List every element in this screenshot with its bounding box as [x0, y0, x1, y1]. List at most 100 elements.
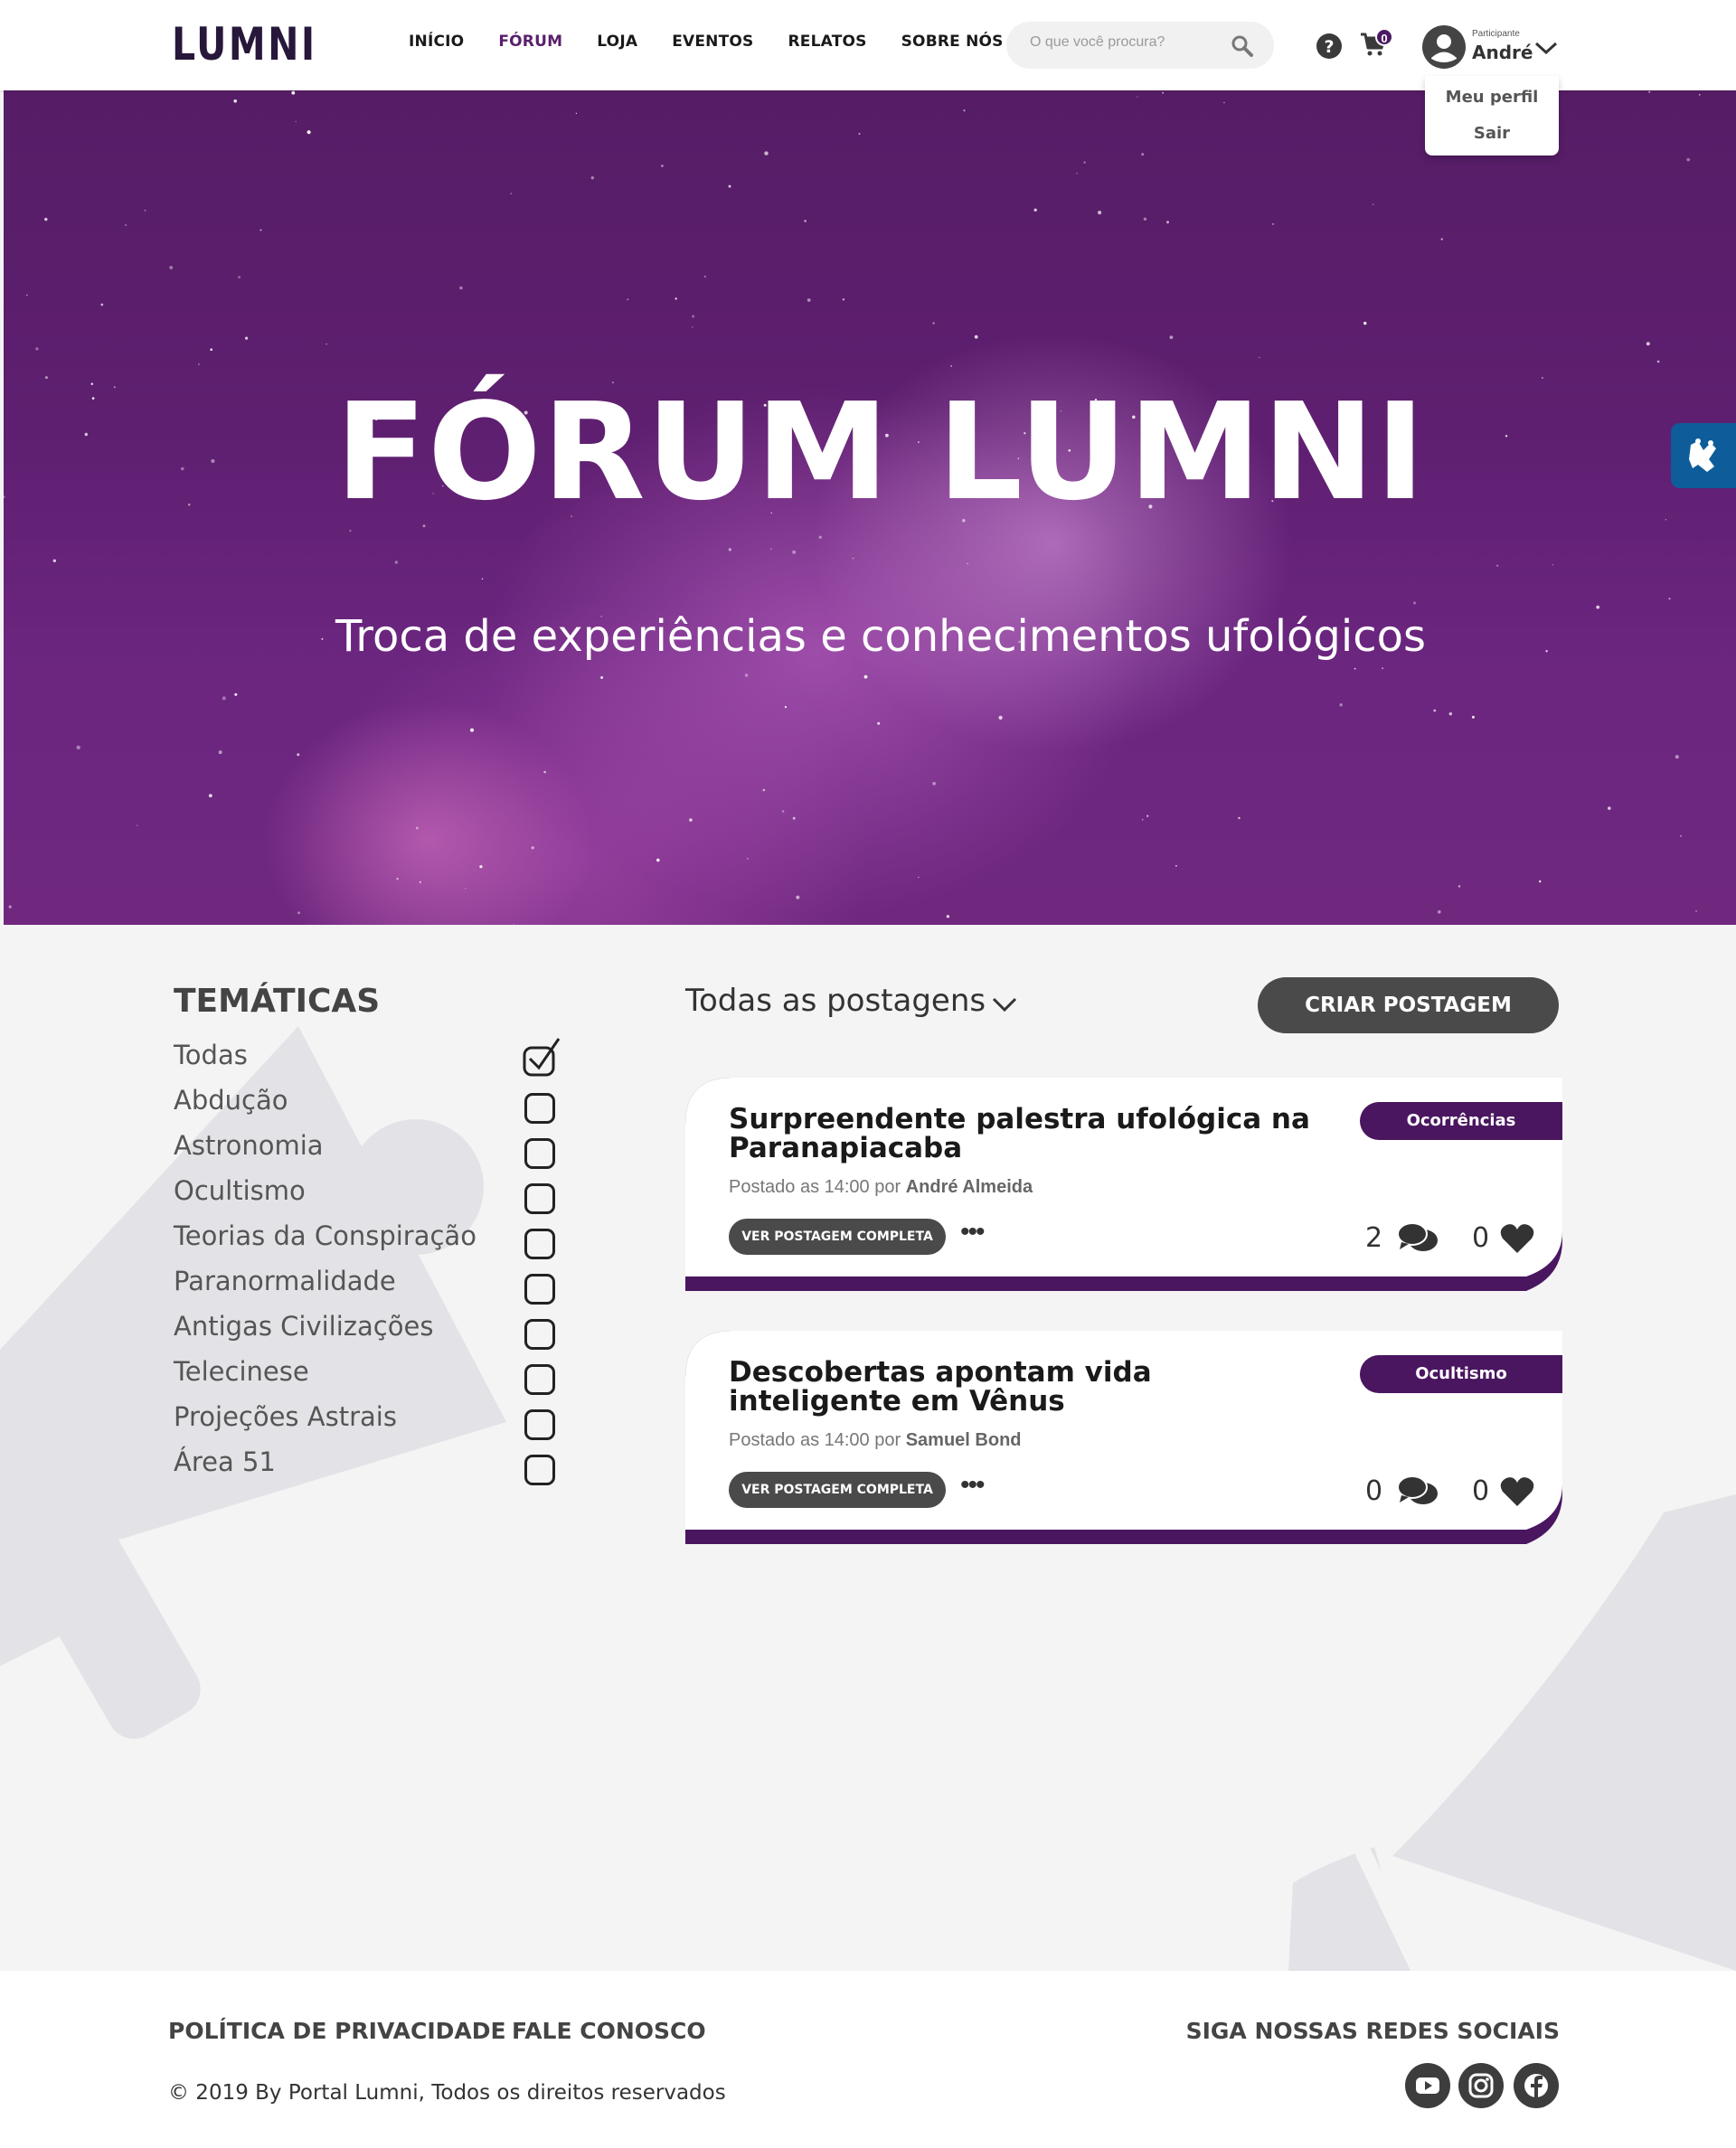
star: [35, 347, 39, 351]
star: [781, 810, 785, 813]
star: [1542, 377, 1543, 379]
checkbox[interactable]: [524, 1455, 555, 1485]
star: [394, 561, 398, 564]
nav-eventos[interactable]: EVENTOS: [672, 33, 753, 51]
comments-icon[interactable]: [1396, 1474, 1439, 1510]
checkbox[interactable]: [524, 1093, 555, 1124]
checkbox[interactable]: [524, 1183, 555, 1214]
instagram-icon[interactable]: [1458, 2063, 1504, 2108]
post-meta: Postado as 14:00 por Samuel Bond: [729, 1430, 1022, 1451]
post-author[interactable]: Samuel Bond: [906, 1430, 1022, 1450]
privacy-policy-link[interactable]: POLÍTICA DE PRIVACIDADE: [168, 2018, 506, 2044]
star: [1433, 709, 1437, 712]
chevron-down-icon[interactable]: [991, 995, 1018, 1013]
star: [858, 133, 861, 135]
star: [950, 365, 952, 367]
star: [233, 99, 237, 103]
nav-inicio[interactable]: INÍCIO: [409, 33, 464, 51]
star: [762, 788, 766, 792]
star: [784, 705, 788, 709]
search-icon[interactable]: [1231, 34, 1254, 58]
posts-filter-dropdown[interactable]: Todas as postagens: [685, 983, 986, 1019]
star: [967, 562, 968, 565]
view-full-post-button[interactable]: VER POSTAGEM COMPLETA: [729, 1219, 946, 1255]
star: [770, 548, 772, 550]
nav-forum[interactable]: FÓRUM: [498, 33, 562, 51]
lumni-logo[interactable]: LUMNI: [170, 22, 346, 67]
star: [1440, 238, 1443, 240]
star: [1169, 335, 1174, 339]
contact-link[interactable]: FALE CONOSCO: [512, 2018, 706, 2044]
post-title[interactable]: Descobertas apontam vida inteligente em …: [729, 1358, 1326, 1416]
more-options-icon[interactable]: •••: [960, 1472, 993, 1499]
nav-sobre-nos[interactable]: SOBRE NÓS: [901, 33, 1004, 51]
topic-teorias-da-conspiracao[interactable]: Teorias da Conspiração: [174, 1218, 562, 1263]
topic-telecinese[interactable]: Telecinese: [174, 1353, 562, 1399]
star: [1175, 864, 1177, 867]
chevron-down-icon[interactable]: [1534, 40, 1558, 56]
topic-antigas-civilizacoes[interactable]: Antigas Civilizações: [174, 1308, 562, 1353]
comments-icon[interactable]: [1396, 1220, 1439, 1257]
comment-count: 0: [1365, 1475, 1383, 1507]
star: [627, 298, 629, 301]
accessibility-libras-button[interactable]: [1671, 423, 1736, 488]
view-full-post-button[interactable]: VER POSTAGEM COMPLETA: [729, 1472, 946, 1508]
youtube-icon[interactable]: [1405, 2063, 1450, 2108]
menu-item-meu-perfil[interactable]: Meu perfil: [1425, 80, 1559, 116]
user-name[interactable]: André: [1472, 42, 1533, 63]
topic-label: Abdução: [174, 1085, 288, 1116]
topic-label: Ocultismo: [174, 1175, 306, 1206]
topic-label: Antigas Civilizações: [174, 1311, 434, 1342]
nav-loja[interactable]: LOJA: [597, 33, 637, 51]
topic-abducao[interactable]: Abdução: [174, 1082, 562, 1127]
create-post-button[interactable]: CRIAR POSTAGEM: [1258, 977, 1559, 1033]
user-circle-icon[interactable]: [1421, 24, 1467, 70]
checkbox-checked-icon[interactable]: [521, 1033, 566, 1079]
star: [479, 865, 483, 869]
heart-icon[interactable]: [1499, 1475, 1535, 1508]
star: [1448, 711, 1453, 716]
topic-ocultismo[interactable]: Ocultismo: [174, 1173, 562, 1218]
hero-banner: FÓRUM LUMNI Troca de experiências e conh…: [4, 90, 1736, 925]
star: [1143, 217, 1147, 221]
post-category-tag[interactable]: Ocorrências: [1360, 1102, 1562, 1140]
star: [1539, 880, 1542, 883]
star: [600, 676, 604, 679]
checkbox[interactable]: [524, 1138, 555, 1169]
post-author[interactable]: André Almeida: [906, 1177, 1033, 1197]
checkbox[interactable]: [524, 1274, 555, 1305]
topic-todas[interactable]: Todas: [174, 1037, 562, 1082]
topic-area-51[interactable]: Área 51: [174, 1444, 562, 1489]
checkbox[interactable]: [524, 1229, 555, 1259]
nav-relatos[interactable]: RELATOS: [788, 33, 867, 51]
post-meta-prefix: Postado as 14:00 por: [729, 1177, 901, 1197]
post-category-tag[interactable]: Ocultismo: [1360, 1355, 1562, 1393]
heart-icon[interactable]: [1499, 1222, 1535, 1255]
menu-item-sair[interactable]: Sair: [1425, 116, 1559, 152]
more-options-icon[interactable]: •••: [960, 1219, 993, 1246]
facebook-icon[interactable]: [1514, 2063, 1559, 2108]
user-menu-dropdown: Meu perfil Sair: [1425, 76, 1559, 155]
topic-label: Paranormalidade: [174, 1266, 396, 1296]
topic-astronomia[interactable]: Astronomia: [174, 1127, 562, 1173]
comment-count: 2: [1365, 1222, 1383, 1254]
topic-paranormalidade[interactable]: Paranormalidade: [174, 1263, 562, 1308]
star: [415, 826, 419, 830]
star: [932, 322, 935, 325]
star: [481, 578, 484, 580]
star: [661, 165, 664, 167]
checkbox[interactable]: [524, 1409, 555, 1440]
post-title[interactable]: Surpreendente palestra ufológica na Para…: [729, 1105, 1326, 1163]
checkbox[interactable]: [524, 1319, 555, 1350]
star: [1098, 211, 1102, 215]
star: [675, 297, 677, 300]
star: [1033, 208, 1037, 212]
star: [234, 692, 238, 696]
question-circle-icon[interactable]: ?: [1316, 33, 1343, 60]
star: [1363, 321, 1367, 325]
star: [963, 109, 966, 112]
checkbox[interactable]: [524, 1364, 555, 1395]
search-input[interactable]: [1030, 34, 1229, 51]
topic-projecoes-astrais[interactable]: Projeções Astrais: [174, 1399, 562, 1444]
topic-label: Projeções Astrais: [174, 1401, 397, 1432]
